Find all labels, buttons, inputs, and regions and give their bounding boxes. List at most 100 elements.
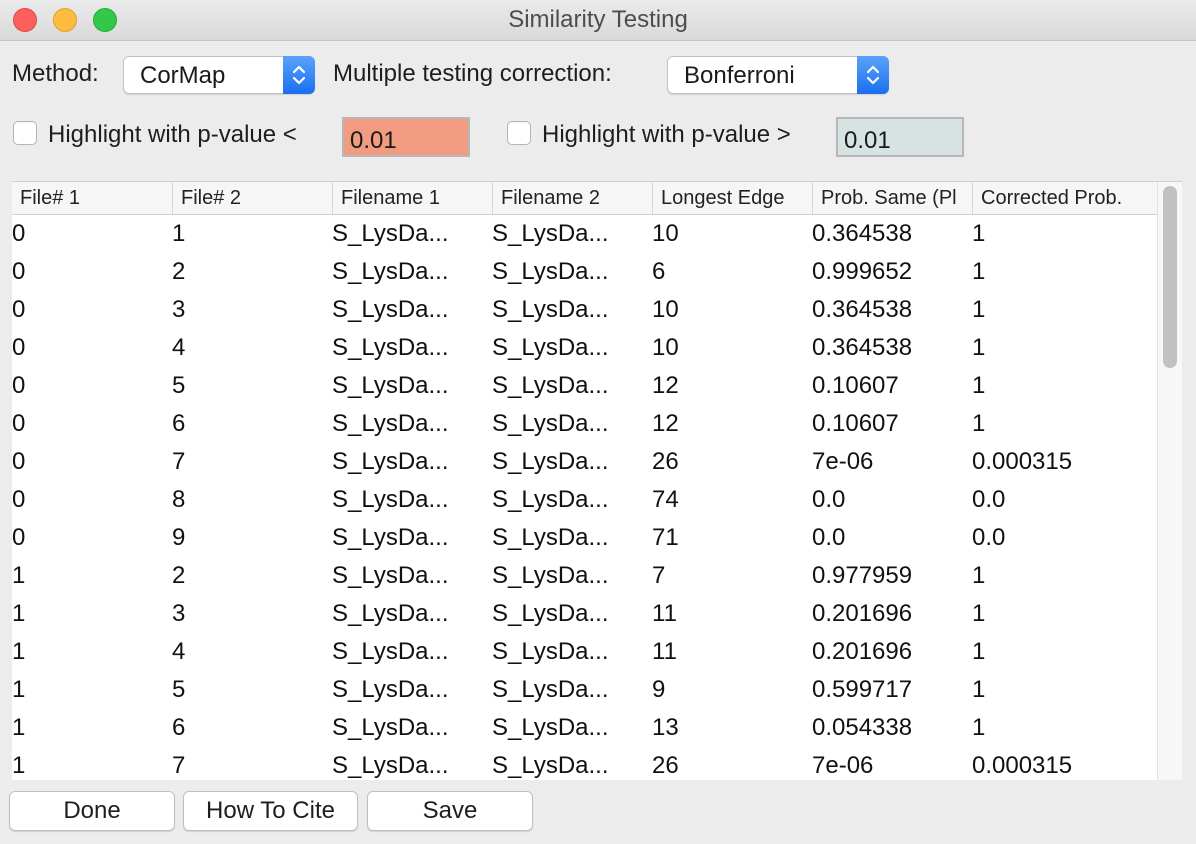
cell-file2: 6 — [172, 714, 186, 741]
cell-corrected-prob: 1 — [972, 714, 986, 741]
cell-longest-edge: 74 — [652, 486, 679, 513]
cell-prob-same: 0.364538 — [812, 296, 913, 323]
table-row[interactable]: 0 2 S_LysDa... S_LysDa... 6 0.999652 1 — [12, 253, 1158, 291]
cell-filename2: S_LysDa... — [492, 638, 609, 665]
cell-prob-same: 0.10607 — [812, 372, 899, 399]
cell-filename2: S_LysDa... — [492, 676, 609, 703]
cell-longest-edge: 9 — [652, 676, 666, 703]
cell-prob-same: 0.999652 — [812, 258, 913, 285]
how-to-cite-button[interactable]: How To Cite — [183, 791, 358, 831]
cell-longest-edge: 7 — [652, 562, 666, 589]
column-header-file2[interactable]: File# 2 — [172, 182, 332, 214]
cell-file2: 1 — [172, 220, 186, 247]
table-row[interactable]: 0 3 S_LysDa... S_LysDa... 10 0.364538 1 — [12, 291, 1158, 329]
cell-longest-edge: 71 — [652, 524, 679, 551]
scrollbar-thumb[interactable] — [1163, 186, 1177, 368]
cell-file1: 0 — [12, 486, 26, 513]
cell-filename2: S_LysDa... — [492, 448, 609, 475]
cell-longest-edge: 11 — [652, 638, 677, 665]
table-row[interactable]: 1 7 S_LysDa... S_LysDa... 26 7e-06 0.000315 — [12, 747, 1158, 780]
table-row[interactable]: 0 1 S_LysDa... S_LysDa... 10 0.364538 1 — [12, 215, 1158, 253]
cell-file2: 9 — [172, 524, 186, 551]
column-header-file1[interactable]: File# 1 — [12, 182, 172, 214]
cell-filename1: S_LysDa... — [332, 448, 449, 475]
cell-file2: 2 — [172, 258, 186, 285]
cell-prob-same: 0.201696 — [812, 638, 913, 665]
cell-longest-edge: 6 — [652, 258, 666, 285]
cell-file2: 6 — [172, 410, 186, 437]
highlight-high-value-field[interactable]: 0.01 — [836, 117, 964, 157]
cell-prob-same: 0.201696 — [812, 600, 913, 627]
cell-filename1: S_LysDa... — [332, 486, 449, 513]
cell-longest-edge: 11 — [652, 600, 677, 627]
cell-file2: 4 — [172, 334, 186, 361]
correction-select[interactable]: Bonferroni — [667, 56, 889, 94]
cell-file2: 5 — [172, 676, 186, 703]
table-row[interactable]: 1 2 S_LysDa... S_LysDa... 7 0.977959 1 — [12, 557, 1158, 595]
method-label: Method: — [12, 60, 99, 87]
table-row[interactable]: 1 6 S_LysDa... S_LysDa... 13 0.054338 1 — [12, 709, 1158, 747]
cell-file2: 3 — [172, 296, 186, 323]
done-button[interactable]: Done — [9, 791, 175, 831]
cell-file2: 4 — [172, 638, 186, 665]
table-row[interactable]: 0 6 S_LysDa... S_LysDa... 12 0.10607 1 — [12, 405, 1158, 443]
cell-filename1: S_LysDa... — [332, 752, 449, 779]
cell-filename1: S_LysDa... — [332, 410, 449, 437]
highlight-low-value-field[interactable]: 0.01 — [342, 117, 470, 157]
cell-filename2: S_LysDa... — [492, 220, 609, 247]
column-header-corrected-prob[interactable]: Corrected Prob. — [972, 182, 1158, 214]
cell-file1: 1 — [12, 600, 26, 627]
cell-filename2: S_LysDa... — [492, 562, 609, 589]
cell-filename2: S_LysDa... — [492, 334, 609, 361]
results-table: File# 1 File# 2 Filename 1 Filename 2 Lo… — [12, 181, 1182, 780]
cell-corrected-prob: 0.000315 — [972, 752, 1073, 779]
correction-select-value: Bonferroni — [684, 62, 795, 89]
cell-file1: 0 — [12, 334, 26, 361]
column-header-longest-edge[interactable]: Longest Edge — [652, 182, 812, 214]
cell-corrected-prob: 1 — [972, 562, 986, 589]
correction-label: Multiple testing correction: — [333, 60, 612, 87]
cell-prob-same: 0.364538 — [812, 220, 913, 247]
cell-file1: 1 — [12, 676, 26, 703]
highlight-low-label: Highlight with p-value < — [48, 121, 297, 148]
table-row[interactable]: 1 4 S_LysDa... S_LysDa... 11 0.201696 1 — [12, 633, 1158, 671]
table-row[interactable]: 0 7 S_LysDa... S_LysDa... 26 7e-06 0.000315 — [12, 443, 1158, 481]
cell-filename1: S_LysDa... — [332, 638, 449, 665]
cell-longest-edge: 10 — [652, 334, 679, 361]
cell-file1: 0 — [12, 258, 26, 285]
table-row[interactable]: 0 9 S_LysDa... S_LysDa... 71 0.0 0.0 — [12, 519, 1158, 557]
cell-longest-edge: 10 — [652, 296, 679, 323]
table-row[interactable]: 0 5 S_LysDa... S_LysDa... 12 0.10607 1 — [12, 367, 1158, 405]
table-row[interactable]: 1 5 S_LysDa... S_LysDa... 9 0.599717 1 — [12, 671, 1158, 709]
cell-prob-same: 0.10607 — [812, 410, 899, 437]
cell-file2: 7 — [172, 752, 186, 779]
save-button[interactable]: Save — [367, 791, 533, 831]
column-header-filename2[interactable]: Filename 2 — [492, 182, 652, 214]
cell-corrected-prob: 1 — [972, 410, 986, 437]
vertical-scrollbar[interactable] — [1157, 182, 1182, 780]
cell-corrected-prob: 1 — [972, 334, 986, 361]
highlight-high-checkbox[interactable] — [507, 121, 531, 145]
method-select[interactable]: CorMap — [123, 56, 315, 94]
cell-filename1: S_LysDa... — [332, 600, 449, 627]
cell-corrected-prob: 0.000315 — [972, 448, 1073, 475]
table-header: File# 1 File# 2 Filename 1 Filename 2 Lo… — [12, 182, 1158, 215]
cell-filename2: S_LysDa... — [492, 486, 609, 513]
cell-filename1: S_LysDa... — [332, 334, 449, 361]
cell-file1: 1 — [12, 562, 26, 589]
cell-prob-same: 0.054338 — [812, 714, 913, 741]
column-header-prob-same[interactable]: Prob. Same (Pl — [812, 182, 972, 214]
cell-longest-edge: 26 — [652, 448, 679, 475]
table-row[interactable]: 0 8 S_LysDa... S_LysDa... 74 0.0 0.0 — [12, 481, 1158, 519]
cell-prob-same: 0.0 — [812, 524, 846, 551]
cell-filename1: S_LysDa... — [332, 524, 449, 551]
highlight-low-checkbox[interactable] — [13, 121, 37, 145]
table-row[interactable]: 1 3 S_LysDa... S_LysDa... 11 0.201696 1 — [12, 595, 1158, 633]
cell-file1: 0 — [12, 448, 26, 475]
column-header-filename1[interactable]: Filename 1 — [332, 182, 492, 214]
cell-prob-same: 0.977959 — [812, 562, 913, 589]
table-body: 0 1 S_LysDa... S_LysDa... 10 0.364538 1 0 2 S_Lys… — [12, 215, 1158, 780]
table-row[interactable]: 0 4 S_LysDa... S_LysDa... 10 0.364538 1 — [12, 329, 1158, 367]
cell-filename2: S_LysDa... — [492, 372, 609, 399]
cell-corrected-prob: 0.0 — [972, 524, 1006, 551]
